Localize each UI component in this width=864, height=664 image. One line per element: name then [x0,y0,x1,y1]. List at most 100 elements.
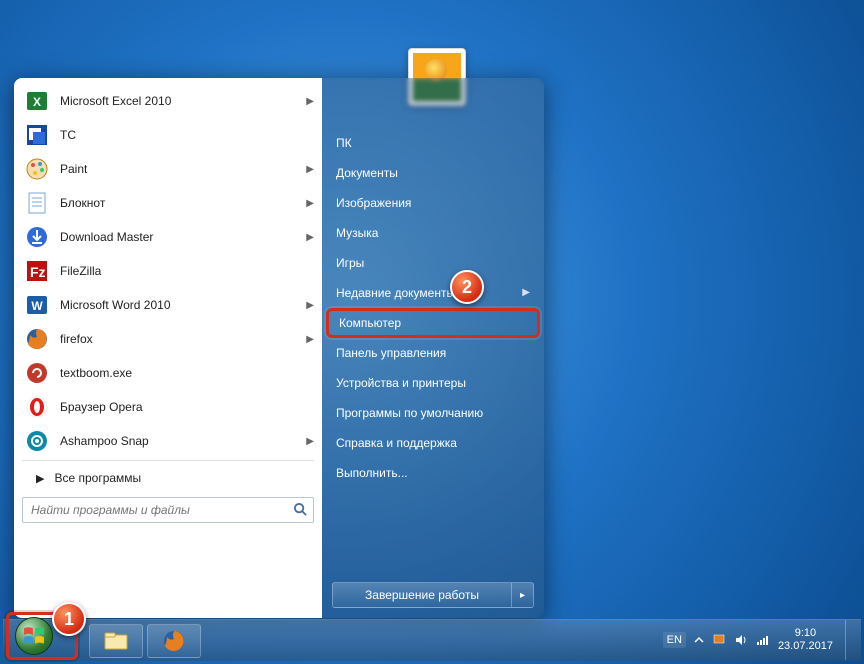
paint-icon [24,156,50,182]
system-item-label: Игры [336,248,364,278]
notepad-icon [24,190,50,216]
program-label: firefox [60,332,93,346]
program-item[interactable]: textboom.exe [16,356,320,390]
svg-text:X: X [33,95,41,109]
annotation-marker-2: 2 [450,270,484,304]
program-item[interactable]: Ashampoo Snap ▶ [16,424,320,458]
system-item-label: Музыка [336,218,378,248]
search-input[interactable] [22,497,314,523]
opera-icon [24,394,50,420]
system-item[interactable]: Изображения [326,188,540,218]
system-item[interactable]: Программы по умолчанию [326,398,540,428]
program-label: Microsoft Word 2010 [60,298,171,312]
system-item[interactable]: Игры [326,248,540,278]
flyout-arrow-icon: ▶ [306,198,314,209]
system-item-label: Компьютер [339,308,401,338]
tray-expand-icon[interactable] [694,635,704,645]
flyout-arrow-icon: ▶ [306,164,314,175]
flyout-arrow-icon: ▶ [306,334,314,345]
program-item[interactable]: Paint ▶ [16,152,320,186]
language-indicator[interactable]: EN [663,632,686,648]
program-item[interactable]: firefox ▶ [16,322,320,356]
program-label: Paint [60,162,87,176]
system-item[interactable]: Компьютер [326,308,540,338]
flyout-arrow-icon: ▶ [306,232,314,243]
system-item-label: Недавние документы [336,278,455,308]
program-label: Ashampoo Snap [60,434,149,448]
program-label: Браузер Opera [60,400,143,414]
tc-icon [24,122,50,148]
start-menu-right-panel: ПКДокументыИзображенияМузыкаИгрыНедавние… [322,78,544,618]
flag-icon[interactable] [712,633,726,647]
program-item[interactable]: Download Master ▶ [16,220,320,254]
program-label: TC [60,128,76,142]
tray-date: 23.07.2017 [778,640,833,653]
system-item-label: Программы по умолчанию [336,398,483,428]
program-label: Блокнот [60,196,105,210]
start-menu-left-panel: XMicrosoft Excel 2010▶TCPaint▶Блокнот▶Do… [14,78,322,618]
triangle-right-icon: ▸ [520,590,525,601]
windows-logo-icon [23,625,45,647]
network-icon[interactable] [756,633,770,647]
dm-icon [24,224,50,250]
program-item[interactable]: TC [16,118,320,152]
program-item[interactable]: Блокнот ▶ [16,186,320,220]
system-item-label: Документы [336,158,398,188]
system-item[interactable]: Устройства и принтеры [326,368,540,398]
shutdown-label: Завершение работы [365,588,479,602]
firefox-icon [24,326,50,352]
flyout-arrow-icon: ▶ [306,436,314,447]
snap-icon [24,428,50,454]
flyout-arrow-icon: ▶ [306,96,314,107]
program-label: Download Master [60,230,153,244]
program-item[interactable]: W Microsoft Word 2010 ▶ [16,288,320,322]
tray-time: 9:10 [778,627,833,640]
volume-icon[interactable] [734,633,748,647]
firefox-icon [162,629,186,653]
system-item[interactable]: Недавние документы ▶ [326,278,540,308]
system-item-label: ПК [336,128,352,158]
shutdown-button[interactable]: Завершение работы [332,582,512,608]
taskbar: EN 9:10 23.07.2017 [3,619,861,661]
system-item-label: Панель управления [336,338,446,368]
program-label: Microsoft Excel 2010 [60,94,171,108]
annotation-marker-1: 1 [52,602,86,636]
program-item[interactable]: Fz FileZilla [16,254,320,288]
system-item-label: Устройства и принтеры [336,368,466,398]
system-tray: EN 9:10 23.07.2017 [663,619,855,661]
explorer-icon [103,630,129,652]
filezilla-icon: Fz [24,258,50,284]
system-item-label: Выполнить... [336,458,408,488]
all-programs-link[interactable]: ▶ Все программы [16,463,320,493]
system-item-label: Справка и поддержка [336,428,457,458]
flyout-arrow-icon: ▶ [522,278,530,308]
taskbar-button-explorer[interactable] [89,624,143,658]
tray-clock[interactable]: 9:10 23.07.2017 [778,627,833,653]
system-item[interactable]: Выполнить... [326,458,540,488]
svg-text:Fz: Fz [30,264,46,280]
word-icon: W [24,292,50,318]
shutdown-split-button: Завершение работы ▸ [332,582,534,608]
system-item[interactable]: Музыка [326,218,540,248]
program-label: FileZilla [60,264,101,278]
all-programs-label: Все программы [54,471,141,485]
divider [22,460,314,461]
program-item[interactable]: X Microsoft Excel 2010 ▶ [16,84,320,118]
system-item[interactable]: Документы [326,158,540,188]
shutdown-options-button[interactable]: ▸ [512,582,534,608]
system-item[interactable]: ПК [326,128,540,158]
program-item[interactable]: Браузер Opera [16,390,320,424]
search-wrapper [22,497,314,523]
flyout-arrow-icon: ▶ [306,300,314,311]
textboom-icon [24,360,50,386]
search-icon[interactable] [293,502,308,522]
start-menu: XMicrosoft Excel 2010▶TCPaint▶Блокнот▶Do… [14,78,544,618]
triangle-right-icon: ▶ [36,472,44,485]
excel-icon: X [24,88,50,114]
start-button[interactable] [15,617,53,655]
system-item[interactable]: Справка и поддержка [326,428,540,458]
system-item[interactable]: Панель управления [326,338,540,368]
taskbar-button-firefox[interactable] [147,624,201,658]
program-label: textboom.exe [60,366,132,380]
show-desktop-button[interactable] [845,620,855,660]
